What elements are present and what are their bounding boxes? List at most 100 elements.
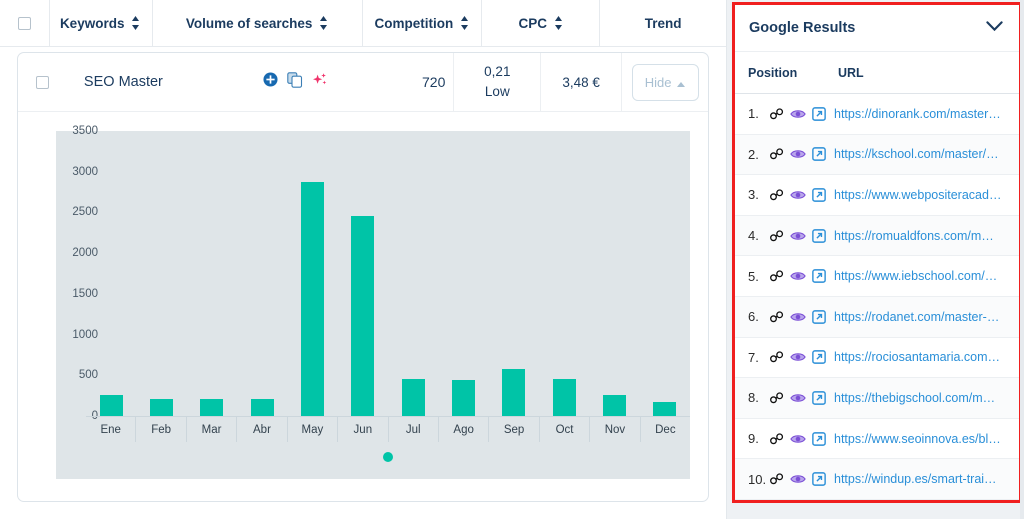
external-link-icon[interactable] bbox=[812, 188, 826, 202]
row-select-cell[interactable] bbox=[18, 53, 67, 112]
result-position: 3. bbox=[748, 187, 759, 203]
eye-icon[interactable] bbox=[790, 148, 806, 160]
external-link-icon[interactable] bbox=[812, 431, 826, 446]
result-url[interactable]: https://rociosantamaria.com… bbox=[834, 350, 1000, 364]
link-chain-icon[interactable] bbox=[770, 311, 784, 323]
google-result-row[interactable]: 8. https://thebigschool.com/m… bbox=[735, 378, 1019, 419]
chart-pagination[interactable] bbox=[86, 449, 690, 467]
chart-bar[interactable] bbox=[250, 398, 274, 416]
select-all-checkbox[interactable] bbox=[17, 16, 31, 30]
external-link-icon[interactable] bbox=[812, 228, 826, 243]
result-url[interactable]: https://www.iebschool.com/… bbox=[834, 269, 997, 283]
chart-bar-slot bbox=[187, 131, 237, 416]
x-axis-tick-label: Ago bbox=[439, 417, 490, 442]
chart-bar-slot bbox=[237, 131, 287, 416]
sort-icon[interactable] bbox=[131, 16, 140, 30]
copy-icon[interactable] bbox=[286, 71, 303, 93]
eye-icon[interactable] bbox=[790, 473, 806, 485]
result-url[interactable]: https://www.seoinnova.es/bl… bbox=[834, 432, 1001, 446]
result-url[interactable]: https://kschool.com/master/… bbox=[834, 147, 999, 161]
chart-bar[interactable] bbox=[451, 380, 475, 416]
header-volume[interactable]: Volume of searches bbox=[153, 0, 363, 47]
sort-icon[interactable] bbox=[460, 16, 469, 30]
chevron-down-icon[interactable] bbox=[986, 19, 1003, 37]
link-chain-icon[interactable] bbox=[770, 108, 784, 120]
chart-bar[interactable] bbox=[653, 402, 677, 416]
chart-bar[interactable] bbox=[351, 215, 375, 416]
eye-icon[interactable] bbox=[790, 189, 806, 201]
google-results-header[interactable]: Google Results bbox=[735, 5, 1019, 52]
row-checkbox[interactable] bbox=[35, 75, 49, 89]
header-cpc-label: CPC bbox=[518, 15, 548, 31]
eye-icon[interactable] bbox=[790, 392, 806, 404]
competition-cell: 0,21 Low bbox=[454, 52, 542, 112]
google-result-row[interactable]: 3. https://www.webpositeracad… bbox=[735, 175, 1019, 216]
header-select-all-cell[interactable] bbox=[0, 0, 50, 47]
ai-sparkle-icon[interactable] bbox=[312, 72, 328, 93]
link-chain-icon[interactable] bbox=[770, 148, 784, 160]
google-result-row[interactable]: 7. https://rociosantamaria.com… bbox=[735, 338, 1019, 379]
result-url[interactable]: https://rodanet.com/master-… bbox=[834, 310, 999, 324]
link-chain-icon[interactable] bbox=[770, 392, 784, 404]
external-link-icon[interactable] bbox=[812, 350, 826, 365]
eye-icon[interactable] bbox=[790, 230, 806, 242]
google-result-row[interactable]: 6. https://rodanet.com/master-… bbox=[735, 296, 1019, 338]
hide-button[interactable]: Hide bbox=[631, 63, 699, 101]
google-result-row[interactable]: 2. https://kschool.com/master/… bbox=[735, 134, 1019, 176]
link-chain-icon[interactable] bbox=[770, 473, 784, 485]
eye-icon[interactable] bbox=[790, 108, 806, 120]
header-keywords[interactable]: Keywords bbox=[50, 0, 153, 47]
external-link-icon[interactable] bbox=[812, 147, 826, 162]
sort-icon[interactable] bbox=[319, 16, 328, 30]
google-result-row[interactable]: 4. https://romualdfons.com/m… bbox=[735, 215, 1019, 257]
x-axis-tick-label: Abr bbox=[237, 417, 288, 442]
link-chain-icon[interactable] bbox=[770, 432, 784, 445]
eye-icon[interactable] bbox=[790, 351, 806, 363]
competition-level: Low bbox=[484, 84, 510, 99]
external-link-icon[interactable] bbox=[812, 269, 826, 283]
google-result-row[interactable]: 9. https://www.seoinnova.es/bl… bbox=[735, 419, 1019, 460]
external-link-icon[interactable] bbox=[812, 309, 826, 324]
eye-icon[interactable] bbox=[790, 433, 806, 445]
pagination-dot-active[interactable] bbox=[383, 452, 393, 462]
result-position: 1. bbox=[748, 106, 759, 122]
result-url[interactable]: https://romualdfons.com/m… bbox=[834, 229, 994, 243]
link-chain-icon[interactable] bbox=[770, 189, 784, 201]
eye-icon[interactable] bbox=[790, 311, 806, 323]
chart-bar[interactable] bbox=[502, 368, 526, 416]
link-chain-icon[interactable] bbox=[770, 351, 784, 363]
header-volume-label: Volume of searches bbox=[185, 15, 313, 31]
chart-bar[interactable] bbox=[300, 181, 324, 416]
chart-bar[interactable] bbox=[552, 379, 576, 416]
chart-bar-slot bbox=[338, 131, 388, 416]
eye-icon[interactable] bbox=[790, 270, 806, 282]
result-url[interactable]: https://thebigschool.com/m… bbox=[834, 391, 995, 405]
scrollbar-track[interactable] bbox=[1020, 0, 1024, 519]
trend-cell: Hide bbox=[622, 53, 708, 112]
chart-bar[interactable] bbox=[602, 394, 626, 416]
result-url[interactable]: https://windup.es/smart-trai… bbox=[834, 472, 997, 486]
link-chain-icon[interactable] bbox=[770, 270, 784, 282]
chart-bar[interactable] bbox=[200, 398, 224, 416]
header-competition[interactable]: Competition bbox=[363, 0, 483, 47]
link-chain-icon[interactable] bbox=[770, 229, 784, 242]
x-axis-tick-label: Jul bbox=[389, 417, 439, 442]
chart-bar[interactable] bbox=[149, 398, 173, 416]
google-result-row[interactable]: 1. https://dinorank.com/master… bbox=[735, 94, 1019, 135]
keywords-panel: Keywords Volume of searches Competition … bbox=[0, 0, 727, 519]
google-result-row[interactable]: 10. https://windup.es/smart-trai… bbox=[735, 459, 1019, 500]
result-url[interactable]: https://www.webpositeracad… bbox=[834, 188, 1001, 202]
table-row[interactable]: SEO Master 720 0,21 Low 3,48 € Hide bbox=[18, 52, 708, 112]
add-circle-icon[interactable] bbox=[263, 72, 278, 92]
header-trend-label: Trend bbox=[644, 15, 682, 31]
external-link-icon[interactable] bbox=[812, 472, 826, 486]
external-link-icon[interactable] bbox=[812, 391, 826, 405]
sort-icon[interactable] bbox=[554, 16, 563, 30]
chart-bar[interactable] bbox=[99, 394, 123, 416]
result-url[interactable]: https://dinorank.com/master… bbox=[834, 107, 1001, 121]
result-position: 5. bbox=[748, 268, 759, 284]
chart-bar[interactable] bbox=[401, 378, 425, 416]
external-link-icon[interactable] bbox=[812, 106, 826, 121]
google-result-row[interactable]: 5. https://www.iebschool.com/… bbox=[735, 256, 1019, 297]
header-cpc[interactable]: CPC bbox=[482, 0, 601, 47]
